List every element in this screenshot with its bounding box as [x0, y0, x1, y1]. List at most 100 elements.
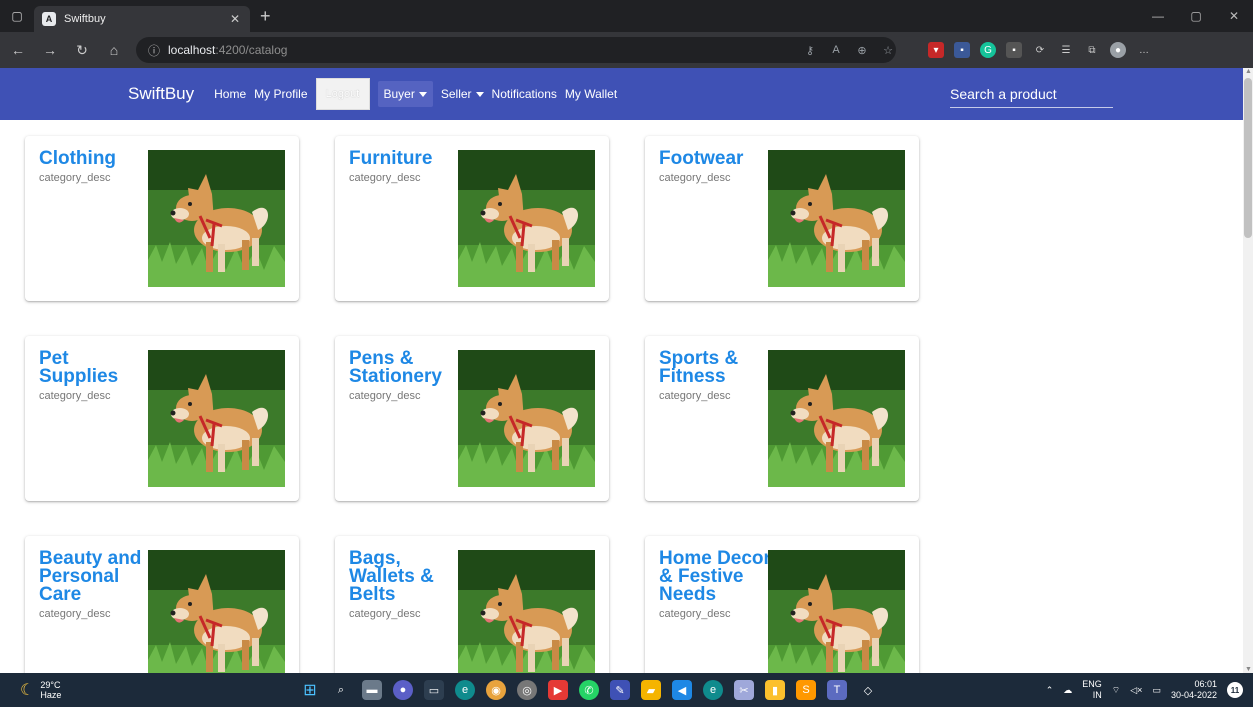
- info-icon[interactable]: ⓘ: [148, 42, 160, 59]
- chat-icon[interactable]: ●: [393, 680, 413, 700]
- nav-home[interactable]: Home: [214, 87, 246, 101]
- category-title[interactable]: Clothing category_desc: [39, 148, 151, 185]
- category-title[interactable]: Pet Supplies category_desc: [39, 348, 151, 403]
- tab-actions-icon[interactable]: ▢: [0, 0, 34, 32]
- postman-icon[interactable]: ✎: [610, 680, 630, 700]
- search-input[interactable]: Search a product: [950, 82, 1113, 108]
- youtube-icon[interactable]: ▶: [548, 680, 568, 700]
- close-tab-icon[interactable]: ✕: [230, 12, 240, 26]
- category-image[interactable]: [768, 150, 905, 287]
- category-name[interactable]: Home Decor & Festive Needs: [659, 548, 771, 605]
- whatsapp-icon[interactable]: ✆: [579, 680, 599, 700]
- snip-icon[interactable]: ✂: [734, 680, 754, 700]
- category-image[interactable]: [458, 150, 595, 287]
- vertical-scrollbar[interactable]: ▲ ▼: [1243, 68, 1253, 673]
- category-name[interactable]: Footwear: [659, 148, 743, 169]
- category-card[interactable]: Bags, Wallets & Belts category_desc: [335, 536, 609, 673]
- category-title[interactable]: Bags, Wallets & Belts category_desc: [349, 548, 461, 621]
- refresh-icon[interactable]: ↻: [68, 36, 96, 64]
- category-name[interactable]: Pens & Stationery: [349, 348, 442, 387]
- zoom-icon[interactable]: ⊕: [852, 44, 872, 57]
- extensions-icon[interactable]: ⟳: [1032, 42, 1048, 58]
- restore-icon[interactable]: ▢: [1177, 0, 1215, 32]
- category-image[interactable]: [768, 350, 905, 487]
- wifi-icon[interactable]: ⌔: [1112, 685, 1120, 696]
- category-image[interactable]: [768, 550, 905, 673]
- app-icon[interactable]: ◎: [517, 680, 537, 700]
- profile-icon[interactable]: ●: [1110, 42, 1126, 58]
- powerbi-icon[interactable]: ▮: [765, 680, 785, 700]
- read-aloud-icon[interactable]: A: [826, 44, 846, 56]
- file-explorer-icon[interactable]: ▰: [641, 680, 661, 700]
- key-icon[interactable]: ⚷: [800, 44, 820, 57]
- seller-dropdown[interactable]: Seller: [441, 87, 484, 101]
- category-card[interactable]: Clothing category_desc: [25, 136, 299, 301]
- weather-widget[interactable]: ☾ 29°C Haze: [20, 680, 61, 700]
- category-name[interactable]: Beauty and Personal Care: [39, 548, 141, 605]
- search-icon[interactable]: ⌕: [331, 680, 351, 700]
- category-card[interactable]: Footwear category_desc: [645, 136, 919, 301]
- extension-icon[interactable]: ▪: [954, 42, 970, 58]
- category-image[interactable]: [148, 150, 285, 287]
- box-icon[interactable]: ◇: [858, 680, 878, 700]
- grammarly-icon[interactable]: G: [980, 42, 996, 58]
- browser-tab[interactable]: A Swiftbuy ✕: [34, 6, 250, 32]
- category-card[interactable]: Home Decor & Festive Needs category_desc: [645, 536, 919, 673]
- back-icon[interactable]: ←: [4, 36, 32, 64]
- chevron-up-icon[interactable]: ⌃: [1046, 685, 1054, 696]
- battery-icon[interactable]: ▭: [1152, 685, 1161, 696]
- favorite-icon[interactable]: ☆: [878, 44, 898, 57]
- vscode-icon[interactable]: ◀: [672, 680, 692, 700]
- sublime-icon[interactable]: S: [796, 680, 816, 700]
- category-title[interactable]: Furniture category_desc: [349, 148, 461, 185]
- more-icon[interactable]: …: [1136, 42, 1152, 58]
- edge-dev-icon[interactable]: e: [703, 680, 723, 700]
- category-image[interactable]: [458, 550, 595, 673]
- logout-button[interactable]: Logout: [315, 78, 370, 110]
- cloud-icon[interactable]: ☁: [1063, 685, 1072, 696]
- scroll-thumb[interactable]: [1244, 78, 1252, 238]
- brand-logo[interactable]: SwiftBuy: [128, 84, 194, 104]
- category-name[interactable]: Sports & Fitness: [659, 348, 738, 387]
- category-card[interactable]: Sports & Fitness category_desc: [645, 336, 919, 501]
- buyer-dropdown[interactable]: Buyer: [377, 81, 433, 107]
- start-icon[interactable]: ⊞: [300, 680, 320, 700]
- clock[interactable]: 06:01 30-04-2022: [1171, 679, 1217, 701]
- category-title[interactable]: Pens & Stationery category_desc: [349, 348, 461, 403]
- nav-notifications[interactable]: Notifications: [492, 87, 557, 101]
- nav-my-wallet[interactable]: My Wallet: [565, 87, 617, 101]
- category-name[interactable]: Furniture: [349, 148, 432, 169]
- category-name[interactable]: Pet Supplies: [39, 348, 118, 387]
- language-indicator[interactable]: ENG IN: [1082, 679, 1102, 701]
- nav-my-profile[interactable]: My Profile: [254, 87, 307, 101]
- pocket-icon[interactable]: ▾: [928, 42, 944, 58]
- category-name[interactable]: Clothing: [39, 148, 116, 169]
- teams-icon[interactable]: T: [827, 680, 847, 700]
- category-title[interactable]: Footwear category_desc: [659, 148, 771, 185]
- category-card[interactable]: Pens & Stationery category_desc: [335, 336, 609, 501]
- category-title[interactable]: Sports & Fitness category_desc: [659, 348, 771, 403]
- category-card[interactable]: Furniture category_desc: [335, 136, 609, 301]
- task-view-icon[interactable]: ▬: [362, 680, 382, 700]
- home-icon[interactable]: ⌂: [100, 36, 128, 64]
- forward-icon[interactable]: →: [36, 36, 64, 64]
- scroll-down-icon[interactable]: ▼: [1245, 666, 1252, 673]
- terminal-icon[interactable]: ▭: [424, 680, 444, 700]
- notification-badge[interactable]: 11: [1227, 682, 1243, 698]
- category-image[interactable]: [148, 550, 285, 673]
- category-image[interactable]: [458, 350, 595, 487]
- category-card[interactable]: Pet Supplies category_desc: [25, 336, 299, 501]
- category-title[interactable]: Beauty and Personal Care category_desc: [39, 548, 151, 621]
- scroll-up-icon[interactable]: ▲: [1245, 68, 1252, 75]
- category-name[interactable]: Bags, Wallets & Belts: [349, 548, 434, 605]
- chrome-icon[interactable]: ◉: [486, 680, 506, 700]
- new-tab-icon[interactable]: +: [260, 6, 271, 27]
- category-card[interactable]: Beauty and Personal Care category_desc: [25, 536, 299, 673]
- volume-icon[interactable]: ◁×: [1130, 685, 1142, 696]
- category-image[interactable]: [148, 350, 285, 487]
- extension-icon[interactable]: ▪: [1006, 42, 1022, 58]
- url-field[interactable]: ⓘ localhost:4200/catalog: [136, 37, 896, 63]
- minimize-icon[interactable]: —: [1139, 0, 1177, 32]
- favorites-icon[interactable]: ☰: [1058, 42, 1074, 58]
- edge-icon[interactable]: e: [455, 680, 475, 700]
